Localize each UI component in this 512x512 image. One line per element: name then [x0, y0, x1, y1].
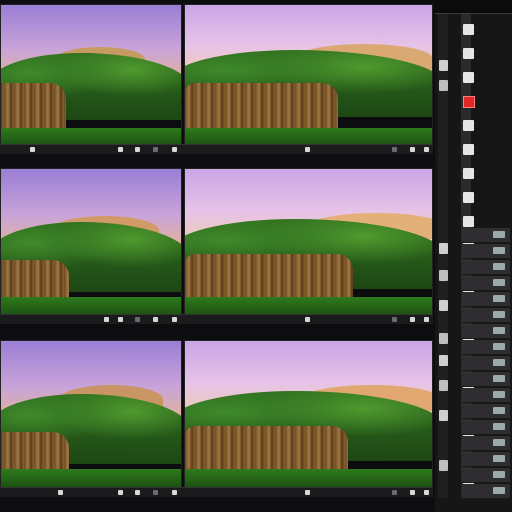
thumbnail-marker[interactable]: [135, 317, 140, 322]
row-indicator: [493, 471, 505, 478]
image-preview-3[interactable]: [0, 168, 182, 316]
row-indicator: [493, 263, 505, 270]
row-indicator: [493, 487, 505, 494]
row-indicator: [493, 423, 505, 430]
panel-row[interactable]: [462, 356, 510, 371]
row-indicator: [493, 343, 505, 350]
control-slot[interactable]: [439, 60, 448, 71]
thumbnail-marker[interactable]: [172, 317, 177, 322]
thumbnail-strip-2: [0, 314, 433, 324]
control-slot[interactable]: [439, 80, 448, 91]
thumbnail-marker[interactable]: [118, 490, 123, 495]
control-slot[interactable]: [439, 243, 448, 254]
landscape-image: [185, 169, 432, 315]
thumbnail-marker[interactable]: [424, 147, 429, 152]
panel-row[interactable]: [462, 228, 510, 243]
thumbnail-marker[interactable]: [392, 147, 397, 152]
panel-row[interactable]: [462, 324, 510, 339]
row-indicator: [493, 375, 505, 382]
thumbnail-marker[interactable]: [305, 317, 310, 322]
thumbnail-marker[interactable]: [118, 147, 123, 152]
thumbnail-marker[interactable]: [305, 147, 310, 152]
control-slot[interactable]: [463, 24, 474, 35]
panel-row[interactable]: [462, 404, 510, 419]
panel-row[interactable]: [462, 484, 510, 499]
row-indicator: [493, 407, 505, 414]
control-slot[interactable]: [439, 460, 448, 471]
thumbnail-marker[interactable]: [172, 490, 177, 495]
thumbnail-strip-3: [0, 487, 433, 497]
thumbnail-marker[interactable]: [392, 490, 397, 495]
control-slot[interactable]: [439, 410, 448, 421]
row-indicator: [493, 327, 505, 334]
row-indicator: [493, 295, 505, 302]
control-slot[interactable]: [439, 333, 448, 344]
row-indicator: [493, 439, 505, 446]
control-slot[interactable]: [439, 300, 448, 311]
control-slot[interactable]: [463, 192, 474, 203]
landscape-image: [185, 5, 432, 145]
thumbnail-marker[interactable]: [410, 317, 415, 322]
thumbnail-marker[interactable]: [135, 490, 140, 495]
thumbnail-marker[interactable]: [30, 147, 35, 152]
control-slot[interactable]: [463, 144, 474, 155]
image-preview-1[interactable]: [0, 4, 182, 146]
thumbnail-marker[interactable]: [410, 490, 415, 495]
image-preview-2[interactable]: [184, 4, 433, 146]
thumbnail-marker[interactable]: [118, 317, 123, 322]
panel-row[interactable]: [462, 244, 510, 259]
landscape-image: [1, 341, 181, 487]
thumbnail-marker[interactable]: [58, 490, 63, 495]
panel-row[interactable]: [462, 436, 510, 451]
thumbnail-marker[interactable]: [153, 317, 158, 322]
thumbnail-marker[interactable]: [135, 147, 140, 152]
panel-row[interactable]: [462, 388, 510, 403]
active-marker-icon[interactable]: [463, 96, 475, 108]
control-slot[interactable]: [463, 48, 474, 59]
row-indicator: [493, 311, 505, 318]
panel-toolbar: [435, 0, 512, 14]
image-preview-6[interactable]: [184, 340, 433, 488]
panel-row[interactable]: [462, 308, 510, 323]
thumbnail-marker[interactable]: [424, 490, 429, 495]
landscape-image: [185, 341, 432, 487]
thumbnail-marker[interactable]: [410, 147, 415, 152]
row-indicator: [493, 455, 505, 462]
landscape-image: [1, 169, 181, 315]
panel-row[interactable]: [462, 260, 510, 275]
control-slot[interactable]: [463, 216, 474, 227]
panel-row[interactable]: [462, 340, 510, 355]
thumbnail-marker[interactable]: [153, 147, 158, 152]
thumbnail-marker[interactable]: [392, 317, 397, 322]
panel-row[interactable]: [462, 372, 510, 387]
row-indicator: [493, 359, 505, 366]
thumbnail-marker[interactable]: [305, 490, 310, 495]
image-preview-4[interactable]: [184, 168, 433, 316]
row-indicator: [493, 247, 505, 254]
row-indicator: [493, 391, 505, 398]
control-slot[interactable]: [439, 270, 448, 281]
thumbnail-marker[interactable]: [153, 490, 158, 495]
control-slot[interactable]: [463, 120, 474, 131]
image-preview-5[interactable]: [0, 340, 182, 488]
panel-row[interactable]: [462, 468, 510, 483]
thumbnail-strip-1: [0, 144, 433, 154]
control-slot[interactable]: [439, 355, 448, 366]
panel-row[interactable]: [462, 452, 510, 467]
thumbnail-marker[interactable]: [104, 317, 109, 322]
control-slot[interactable]: [463, 168, 474, 179]
row-indicator: [493, 279, 505, 286]
panel-row[interactable]: [462, 420, 510, 435]
control-slot[interactable]: [439, 380, 448, 391]
control-slot[interactable]: [463, 72, 474, 83]
thumbnail-marker[interactable]: [172, 147, 177, 152]
panel-row[interactable]: [462, 292, 510, 307]
landscape-image: [1, 5, 181, 145]
panel-row[interactable]: [462, 276, 510, 291]
thumbnail-marker[interactable]: [424, 317, 429, 322]
row-indicator: [493, 231, 505, 238]
